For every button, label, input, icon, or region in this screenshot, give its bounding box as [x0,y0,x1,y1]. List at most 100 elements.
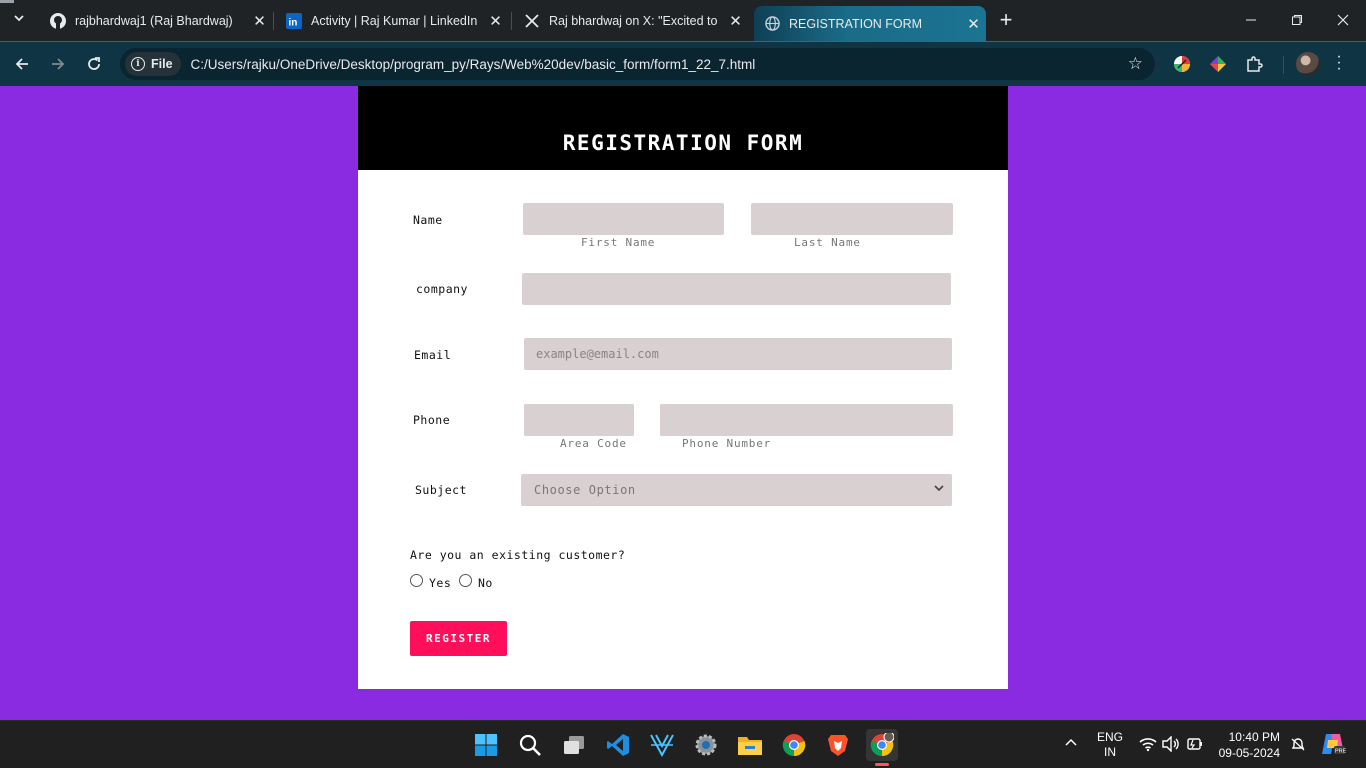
close-icon[interactable]: ✕ [251,12,268,30]
close-icon[interactable]: ✕ [727,12,744,30]
window-accent [0,0,14,3]
clock-date: 09-05-2024 [1218,746,1280,760]
close-icon[interactable]: ✕ [487,12,504,30]
more-menu-icon[interactable]: · · · [1334,49,1344,77]
clock-time: 10:40 PM [1228,730,1280,744]
area-code-input[interactable] [524,404,634,436]
chrome-icon[interactable] [778,729,810,761]
area-code-hint: Area Code [560,437,627,450]
new-tab-button[interactable]: + [994,7,1018,32]
bookmark-star-icon[interactable]: ☆ [1128,54,1143,74]
subject-label: Subject [415,483,467,497]
tab-linkedin[interactable]: in Activity | Raj Kumar | LinkedIn ✕ [276,7,508,34]
close-icon[interactable]: ✕ [965,15,982,33]
arrow-right-icon [52,58,65,70]
first-name-input[interactable] [523,203,724,235]
last-name-hint: Last Name [794,236,861,249]
company-label: company [416,282,468,296]
settings-icon[interactable] [690,729,722,761]
reload-icon [88,57,100,70]
brave-icon[interactable] [822,729,854,761]
restore-button[interactable] [1274,0,1320,40]
form-header: REGISTRATION FORM [358,86,1008,170]
windows-start-icon[interactable] [470,729,502,761]
chevron-down-icon [934,485,944,492]
color-extension-icon[interactable] [1172,54,1192,74]
company-input[interactable] [522,273,951,305]
copilot-icon[interactable]: PRE [1320,732,1347,759]
close-icon [1337,14,1349,26]
email-input[interactable] [524,338,952,370]
svg-text:PRE: PRE [1335,749,1346,755]
url-text[interactable]: C:/Users/rajku/OneDrive/Desktop/program_… [191,57,756,72]
phone-number-hint: Phone Number [682,437,772,450]
battery-icon[interactable] [1186,736,1204,755]
yes-radio[interactable] [410,574,423,587]
tab-strip: rajbhardwaj1 (Raj Bhardwaj) ✕ in Activit… [0,0,1366,41]
x-icon [524,13,540,29]
info-icon: i [131,57,145,71]
form-title: REGISTRATION FORM [562,131,804,155]
yes-label: Yes [429,576,452,590]
region-text: IN [1104,745,1116,759]
email-label: Email [414,348,452,362]
phone-number-input[interactable] [660,404,953,436]
back-button[interactable] [9,51,35,77]
chevron-down-icon [13,11,25,29]
last-name-input[interactable] [751,203,953,235]
close-window-button[interactable] [1320,0,1366,40]
svg-text:in: in [289,17,298,28]
vscode-icon[interactable] [602,729,634,761]
address-bar[interactable]: i File C:/Users/rajku/OneDrive/Desktop/p… [120,48,1155,80]
winsurf-icon[interactable] [646,729,678,761]
chrome-profile-icon[interactable] [866,729,898,761]
minimize-icon [1246,19,1256,21]
tab-divider [511,12,512,30]
language-text: ENG [1096,730,1123,744]
globe-icon [764,16,780,32]
restore-icon [1292,15,1302,25]
tab-x[interactable]: Raj bhardwaj on X: "Excited to s ✕ [514,7,748,34]
browser-toolbar: i File C:/Users/rajku/OneDrive/Desktop/p… [0,41,1366,86]
file-explorer-icon[interactable] [734,729,766,761]
customer-question: Are you an existing customer? [410,548,626,562]
task-view-icon[interactable] [558,729,590,761]
subject-select[interactable]: Choose Option [521,474,952,506]
wifi-icon[interactable] [1139,736,1157,755]
github-icon [50,12,66,29]
tab-divider [273,12,274,30]
tab-registration-form[interactable]: REGISTRATION FORM ✕ [754,6,986,41]
page-background: REGISTRATION FORM Name First Name Last N… [0,86,1366,720]
puzzle-extensions-icon[interactable] [1244,54,1264,74]
toolbar-divider [1283,56,1284,74]
clock[interactable]: 10:40 PM 09-05-2024 [1214,729,1280,761]
tab-title: REGISTRATION FORM [789,16,923,31]
registration-form: REGISTRATION FORM Name First Name Last N… [358,86,1008,689]
linkedin-icon: in [286,12,302,29]
search-icon[interactable] [514,729,546,761]
site-info-chip[interactable]: i File [125,52,181,76]
plus-icon: + [999,7,1013,32]
phone-label: Phone [413,413,451,427]
no-radio[interactable] [459,574,472,587]
tab-title: Activity | Raj Kumar | LinkedIn [311,13,478,28]
tab-github[interactable]: rajbhardwaj1 (Raj Bhardwaj) ✕ [40,7,272,34]
volume-icon[interactable] [1162,735,1180,755]
subject-selected-value: Choose Option [534,483,636,497]
name-label: Name [413,213,443,227]
reload-button[interactable] [81,51,107,77]
forward-button[interactable] [45,51,71,77]
chevron-up-icon[interactable] [1063,736,1079,751]
tab-title: Raj bhardwaj on X: "Excited to s [549,13,719,28]
windows-taskbar: ENG IN 10:40 PM 09-05-2024 PRE [0,720,1366,768]
first-name-hint: First Name [581,236,656,249]
site-chip-label: File [151,57,173,71]
notification-bell-icon[interactable] [1290,736,1306,755]
register-button[interactable]: REGISTER [410,621,507,656]
minimize-button[interactable] [1228,0,1274,40]
rainbow-extension-icon[interactable] [1208,54,1228,74]
profile-avatar[interactable] [1296,52,1320,76]
tab-title: rajbhardwaj1 (Raj Bhardwaj) [75,13,233,28]
tab-search-button[interactable] [6,7,32,33]
language-indicator[interactable]: ENG IN [1093,730,1127,760]
